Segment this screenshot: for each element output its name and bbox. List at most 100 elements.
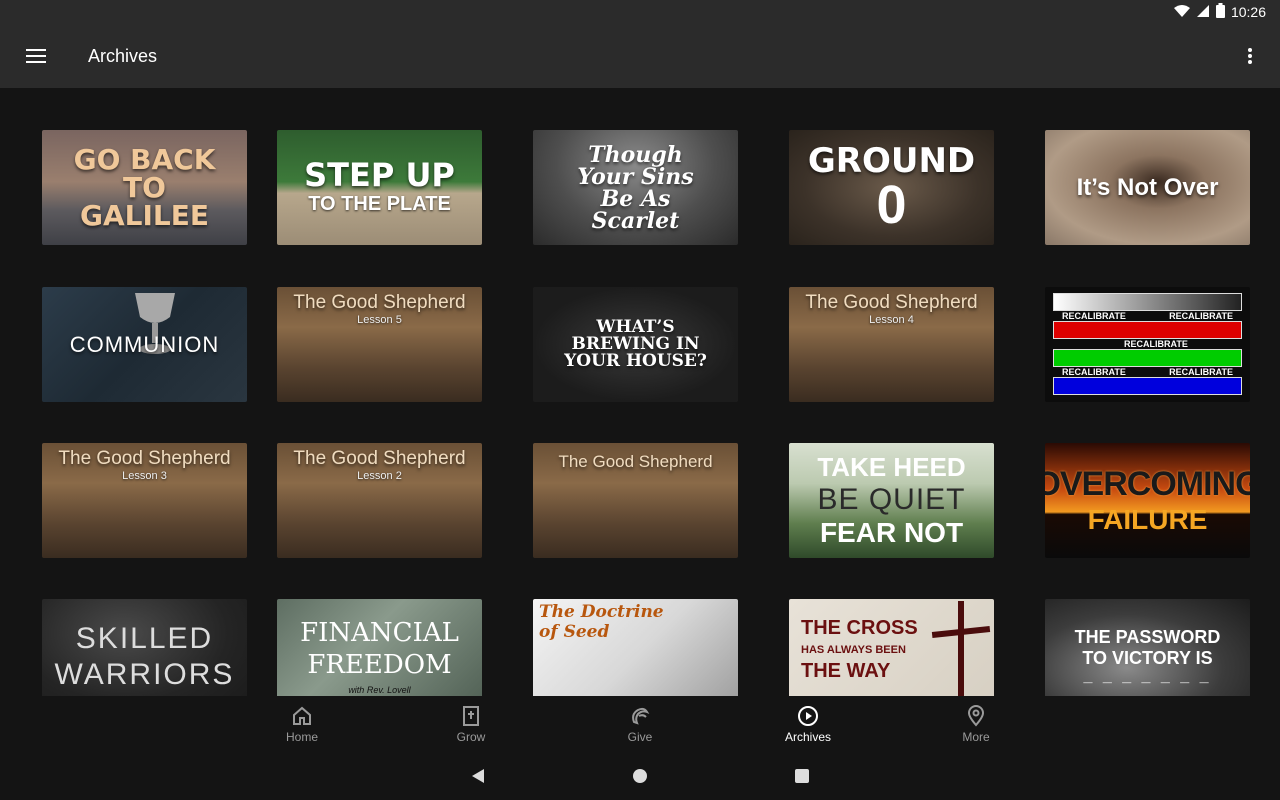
tile-subtitle-2: with Rev. Lovell: [348, 684, 411, 695]
tile-title: The Good Shepherd: [558, 452, 713, 471]
tile-title: THE CROSS: [801, 617, 918, 639]
system-navigation-bar: [0, 752, 1280, 800]
home-circle-icon: [633, 769, 647, 783]
archive-tile[interactable]: TAKE HEED BE QUIET FEAR NOT: [789, 443, 994, 558]
tile-subtitle: Lesson 2: [357, 470, 402, 482]
recents-square-icon: [795, 769, 809, 783]
overflow-menu-button[interactable]: [1236, 42, 1264, 70]
wifi-icon: [1173, 4, 1190, 21]
archive-tile[interactable]: FINANCIAL FREEDOM with Rev. Lovell: [277, 599, 482, 696]
tile-title: GO BACK TO GALILEE: [73, 142, 216, 232]
tile-title: SKILLED: [75, 621, 214, 655]
tile-title: COMMUNION: [69, 331, 220, 357]
nav-item-more[interactable]: More: [926, 696, 1026, 752]
nav-item-home[interactable]: Home: [252, 696, 352, 752]
tile-title: STEP UP: [304, 156, 455, 194]
status-bar: 10:26: [0, 0, 1280, 24]
back-button[interactable]: [466, 764, 490, 788]
nav-item-archives[interactable]: Archives: [758, 696, 858, 752]
signal-icon: [1196, 4, 1210, 21]
tile-subtitle: Lesson 3: [122, 470, 167, 482]
archive-tile[interactable]: Though Your Sins Be As Scarlet: [533, 130, 738, 245]
tile-title: RECALIBRATE: [1062, 367, 1126, 377]
archive-tile[interactable]: The Doctrine of Seed: [533, 599, 738, 696]
status-time: 10:26: [1230, 4, 1266, 20]
home-icon: [293, 706, 311, 725]
menu-button[interactable]: [0, 24, 72, 88]
tile-subtitle: Lesson 4: [869, 314, 914, 326]
nav-item-grow[interactable]: Grow: [421, 696, 521, 752]
page-title: Archives: [88, 45, 158, 66]
archive-tile[interactable]: The Good Shepherd Lesson 4: [789, 287, 994, 402]
tile-subtitle-2: FEAR NOT: [819, 517, 964, 548]
green-bar: RECALIBRATE: [1053, 339, 1242, 367]
tile-title: TAKE HEED: [817, 452, 966, 482]
nav-label: Give: [627, 730, 653, 744]
archive-tile[interactable]: The Good Shepherd Lesson 5: [277, 287, 482, 402]
tile-title: RECALIBRATE: [1062, 311, 1126, 321]
archive-tile[interactable]: STEP UP TO THE PLATE: [277, 130, 482, 245]
tile-title: RECALIBRATE: [1169, 367, 1233, 377]
archive-tile[interactable]: GO BACK TO GALILEE: [42, 130, 247, 245]
tile-title: THE PASSWORD: [1074, 626, 1221, 647]
tile-title: OVERCOMING: [1045, 465, 1250, 503]
nav-label: More: [962, 730, 990, 744]
tile-subtitle: FREEDOM: [307, 649, 452, 680]
archive-tile[interactable]: THE CROSS HAS ALWAYS BEEN THE WAY: [789, 599, 994, 696]
tile-subtitle: TO VICTORY IS: [1082, 647, 1213, 668]
nav-label: Home: [285, 730, 318, 744]
archive-tile[interactable]: COMMUNION: [42, 287, 247, 402]
nav-item-give[interactable]: Give: [590, 696, 690, 752]
tile-subtitle: 0: [876, 174, 907, 235]
recents-button[interactable]: [790, 764, 814, 788]
tile-subtitle: HAS ALWAYS BEEN: [801, 644, 906, 656]
give-icon: [632, 707, 650, 725]
play-circle-icon: [798, 706, 818, 726]
tile-title: It’s Not Over: [1076, 173, 1219, 201]
tile-subtitle: FAILURE: [1087, 504, 1208, 535]
tile-title: RECALIBRATE: [1124, 339, 1188, 349]
archive-tile[interactable]: RECALIBRATE RECALIBRATE RECALIBRATE RECA…: [1045, 287, 1250, 402]
nav-label: Archives: [784, 730, 831, 744]
tile-title: The Good Shepherd: [805, 292, 978, 313]
blue-bar: RECALIBRATE RECALIBRATE: [1053, 367, 1242, 395]
tile-subtitle-2: THE WAY: [801, 660, 891, 682]
tile-subtitle: WARRIORS: [54, 657, 235, 691]
archive-tile[interactable]: The Good Shepherd: [533, 443, 738, 558]
battery-icon: [1215, 3, 1225, 21]
nav-label: Grow: [456, 730, 486, 744]
bible-icon: [463, 706, 479, 726]
archive-tile[interactable]: It’s Not Over: [1045, 130, 1250, 245]
tile-subtitle: Lesson 5: [357, 314, 402, 326]
tile-subtitle: of Seed: [539, 621, 610, 642]
archive-tile[interactable]: GROUND 0: [789, 130, 994, 245]
tile-title: Though Your Sins Be As Scarlet: [577, 141, 694, 234]
bottom-navigation: Home Grow Give Archives More: [0, 696, 1280, 752]
grayscale-bar: [1053, 293, 1242, 311]
tile-title: FINANCIAL: [300, 618, 459, 649]
tile-subtitle: TO THE PLATE: [308, 193, 451, 215]
archive-tile[interactable]: OVERCOMING FAILURE: [1045, 443, 1250, 558]
archive-tile[interactable]: WHAT’S BREWING IN YOUR HOUSE?: [533, 287, 738, 402]
tile-title: The Doctrine: [539, 602, 664, 622]
tile-subtitle: BE QUIET: [817, 483, 966, 516]
archive-tile[interactable]: THE PASSWORD TO VICTORY IS _ _ _ _ _ _ _: [1045, 599, 1250, 696]
archive-tile[interactable]: The Good Shepherd Lesson 2: [277, 443, 482, 558]
tile-title: The Good Shepherd: [58, 448, 231, 469]
red-bar: RECALIBRATE RECALIBRATE: [1053, 311, 1242, 339]
archive-tile[interactable]: The Good Shepherd Lesson 3: [42, 443, 247, 558]
archive-grid[interactable]: GO BACK TO GALILEE STEP UP TO THE PLATE …: [0, 88, 1280, 696]
home-system-button[interactable]: [628, 764, 652, 788]
tile-title: GROUND: [807, 140, 976, 181]
tile-title: RECALIBRATE: [1169, 311, 1233, 321]
tile-title: The Good Shepherd: [293, 292, 466, 313]
tile-subtitle-2: _ _ _ _ _ _ _: [1083, 668, 1212, 686]
cross-icon: [958, 601, 964, 696]
archive-tile[interactable]: SKILLED WARRIORS: [42, 599, 247, 696]
tile-title: WHAT’S BREWING IN YOUR HOUSE?: [564, 317, 707, 371]
location-pin-icon: [967, 705, 985, 727]
back-triangle-icon: [472, 769, 484, 783]
app-bar: Archives: [0, 24, 1280, 88]
tile-title: The Good Shepherd: [293, 448, 466, 469]
hamburger-icon: [26, 49, 46, 63]
